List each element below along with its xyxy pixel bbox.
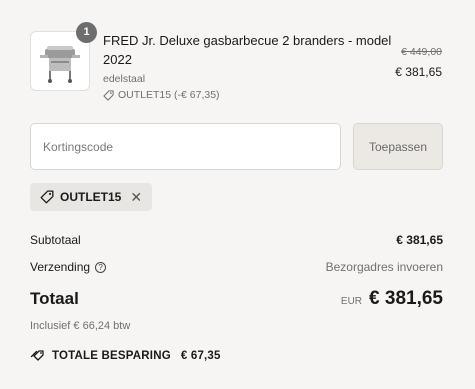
savings-value: € 67,35 xyxy=(180,349,221,362)
total-value: € 381,65 xyxy=(369,288,443,309)
tags-icon xyxy=(30,350,44,361)
product-title: FRED Jr. Deluxe gasbarbecue 2 branders -… xyxy=(103,33,392,67)
tag-icon xyxy=(103,89,114,101)
line-discount: OUTLET15 (-€ 67,35) xyxy=(103,89,220,101)
tax-note: Inclusief € 66,24 btw xyxy=(30,320,131,332)
sale-price: € 381,65 xyxy=(395,65,442,79)
total-row: Totaal EUR € 381,65 xyxy=(30,288,443,310)
product-variant: edelstaal xyxy=(103,73,146,85)
shipping-value: Bezorgadres invoeren xyxy=(325,260,443,274)
subtotal-label: Subtotaal xyxy=(30,233,81,247)
subtotal-value: € 381,65 xyxy=(396,233,443,247)
quantity-badge: 1 xyxy=(76,22,97,43)
help-icon[interactable]: ? xyxy=(95,261,107,273)
apply-button[interactable]: Toepassen xyxy=(353,123,443,170)
shipping-row: Verzending ? Bezorgadres invoeren xyxy=(30,260,443,274)
tag-icon xyxy=(40,190,54,204)
cart-line-item: 1 FRED Jr. Deluxe gasbarbecue 2 branders… xyxy=(30,22,445,106)
applied-discount-tag: OUTLET15 ✕ xyxy=(30,183,153,211)
applied-discount-code: OUTLET15 xyxy=(60,190,122,204)
line-discount-label: OUTLET15 (-€ 67,35) xyxy=(118,89,220,101)
discount-code-form: Toepassen xyxy=(30,123,443,170)
currency-code: EUR xyxy=(340,296,363,307)
savings-label: TOTALE BESPARING xyxy=(52,349,171,362)
total-label: Totaal xyxy=(30,289,79,308)
original-price: € 449,00 xyxy=(401,46,442,58)
subtotal-row: Subtotaal € 381,65 xyxy=(30,233,443,247)
remove-discount-icon[interactable]: ✕ xyxy=(130,189,142,206)
total-savings: TOTALE BESPARING € 67,35 xyxy=(30,349,221,362)
discount-code-input[interactable] xyxy=(30,123,341,170)
shipping-label: Verzending xyxy=(30,260,91,274)
